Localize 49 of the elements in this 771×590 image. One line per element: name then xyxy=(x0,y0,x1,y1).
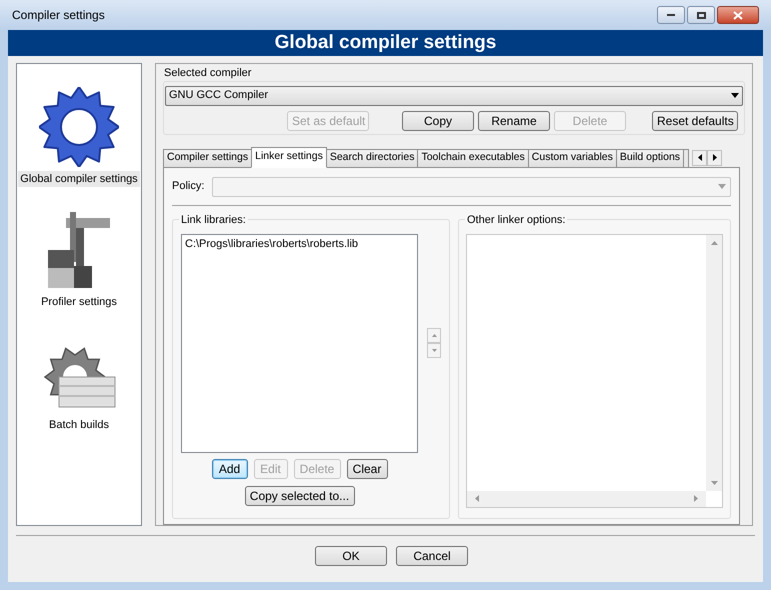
move-up-button[interactable] xyxy=(427,328,441,343)
header-banner: Global compiler settings xyxy=(8,30,763,56)
tab[interactable]: Custom variables xyxy=(528,148,617,168)
caret-icon xyxy=(718,184,726,189)
sidebar-item[interactable]: Profiler settings xyxy=(17,191,141,314)
close-button[interactable] xyxy=(717,6,759,24)
sidebar-label: Batch builds xyxy=(48,418,110,432)
sidebar-item[interactable]: Global compiler settings xyxy=(17,68,141,191)
policy-dropdown[interactable] xyxy=(212,176,731,196)
tab[interactable]: Compiler settings xyxy=(163,148,252,168)
down-arrow-icon xyxy=(710,480,718,484)
button[interactable]: Clear xyxy=(346,458,388,478)
sidebar-item[interactable]: Batch builds xyxy=(17,314,141,437)
button[interactable]: Rename xyxy=(478,110,550,130)
down-arrow-icon xyxy=(432,349,436,352)
button[interactable]: Copy selected to... xyxy=(244,486,354,506)
maximize-button[interactable] xyxy=(687,6,715,24)
minimize-button[interactable] xyxy=(657,6,685,24)
button[interactable]: Cancel xyxy=(396,546,468,566)
tab-scroll-left[interactable] xyxy=(692,150,708,166)
tab[interactable]: Build options xyxy=(616,148,684,168)
library-list[interactable]: C:\Progs\libraries\roberts\roberts.lib xyxy=(181,234,418,452)
right-arrow-icon xyxy=(694,495,698,502)
button[interactable]: OK xyxy=(315,546,387,566)
window-title: Compiler settings xyxy=(12,7,106,24)
gear-icon xyxy=(39,86,119,166)
caret-icon xyxy=(731,93,739,98)
up-arrow-icon xyxy=(710,240,718,244)
up-arrow-icon xyxy=(432,334,436,337)
list-item[interactable]: C:\Progs\libraries\roberts\roberts.lib xyxy=(185,236,414,252)
close-icon xyxy=(733,10,743,20)
tab-scroll-right[interactable] xyxy=(707,150,722,166)
tab[interactable]: Toolchain executables xyxy=(417,148,529,168)
button[interactable]: Add xyxy=(212,458,248,478)
tab[interactable]: Search directories xyxy=(326,148,418,168)
group-label: Selected compiler xyxy=(164,66,252,81)
sidebar-label: Global compiler settings xyxy=(18,170,140,187)
move-down-button[interactable] xyxy=(427,343,441,358)
compiler-dropdown[interactable]: GNU GCC Compiler xyxy=(165,86,743,106)
button[interactable]: Reset defaults xyxy=(652,110,738,130)
left-arrow-icon xyxy=(698,154,702,161)
policy-label: Policy: xyxy=(172,179,206,194)
left-arrow-icon xyxy=(475,495,479,502)
right-arrow-icon xyxy=(712,154,717,161)
horizontal-scrollbar[interactable] xyxy=(467,490,706,506)
vertical-scrollbar[interactable] xyxy=(706,234,722,490)
sidebar-label: Profiler settings xyxy=(40,294,118,310)
button[interactable]: Copy xyxy=(402,110,474,130)
tab[interactable]: Linker settings xyxy=(251,146,327,168)
